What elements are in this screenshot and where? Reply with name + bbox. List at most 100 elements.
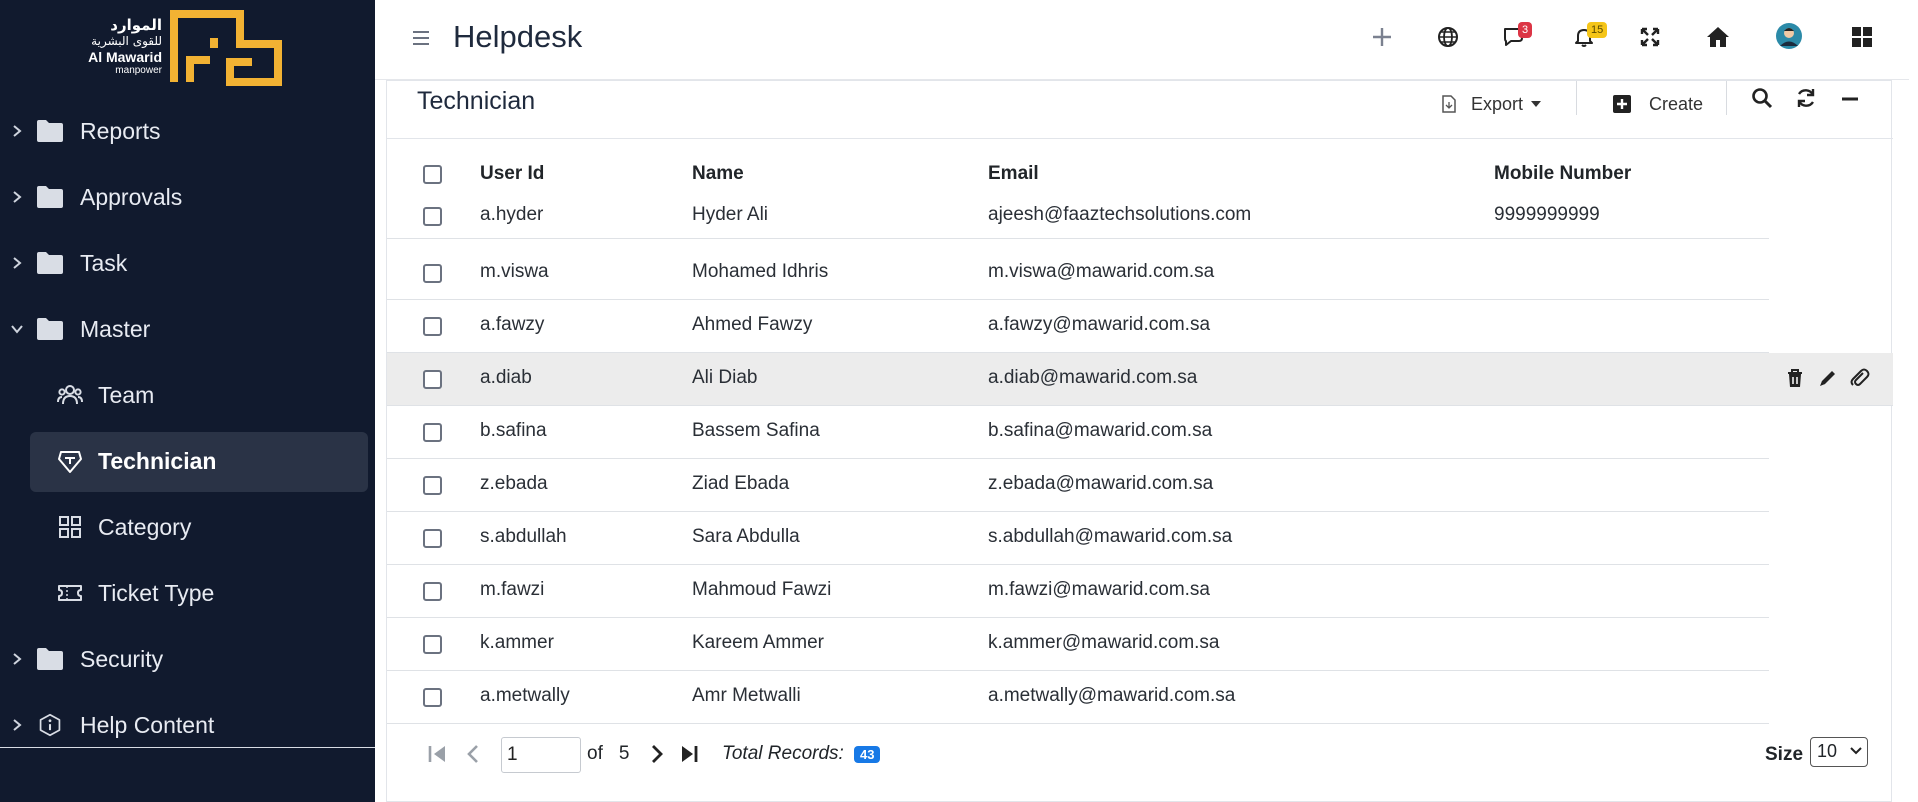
create-label: Create	[1649, 93, 1704, 114]
table-row[interactable]: a.hyder Hyder Ali ajeesh@faaztechsolutions…	[387, 190, 1769, 239]
cell-user-id: m.fawzi	[480, 579, 545, 600]
home-icon[interactable]	[1705, 24, 1731, 50]
logo-english-name: Al Mawarid	[88, 49, 162, 65]
card-header: Technician Export Create	[387, 81, 1893, 139]
table-row[interactable]: b.safina Bassem Safina b.safina@mawarid.co…	[387, 406, 1769, 459]
total-pages: 5	[618, 743, 630, 764]
previous-page-icon[interactable]	[463, 743, 485, 765]
table-row[interactable]: s.abdullah Sara Abdulla s.abdullah@mawarid…	[387, 512, 1769, 565]
edit-icon[interactable]	[1817, 367, 1839, 389]
sidebar-item-task[interactable]: Task	[0, 230, 375, 296]
export-label: Export	[1471, 93, 1524, 114]
caret-down-icon	[1531, 101, 1542, 107]
minimize-icon[interactable]	[1839, 89, 1861, 111]
cell-name: Amr Metwalli	[692, 685, 801, 706]
cell-name: Bassem Safina	[692, 420, 820, 441]
page-size-label: Size	[1765, 744, 1804, 765]
cell-email: b.safina@mawarid.com.sa	[988, 420, 1213, 441]
sidebar-item-label: Task	[80, 249, 128, 276]
next-page-icon[interactable]	[645, 743, 667, 765]
sidebar-item-team[interactable]: Team	[0, 362, 375, 428]
apps-grid-icon[interactable]	[1849, 24, 1875, 50]
technician-card: Technician Export Create User Id Name Em…	[386, 80, 1893, 802]
row-checkbox[interactable]	[423, 582, 442, 601]
table-row[interactable]: m.viswa Mohamed Idhris m.viswa@mawarid.com…	[387, 247, 1769, 300]
row-checkbox[interactable]	[423, 423, 442, 442]
plus-icon[interactable]	[1369, 24, 1395, 50]
row-checkbox[interactable]	[423, 264, 442, 283]
sidebar-item-help-content[interactable]: Help Content	[0, 692, 375, 758]
table-row[interactable]: k.ammer Kareem Ammer k.ammer@mawarid.com.s…	[387, 618, 1769, 671]
brand-logo[interactable]: الموارد للقوى البشرية Al Mawarid manpowe…	[70, 10, 290, 90]
ticket-icon	[58, 585, 82, 601]
card-title: Technician	[417, 87, 536, 115]
column-header-name[interactable]: Name	[692, 163, 744, 185]
table-row[interactable]: a.diab Ali Diab a.diab@mawarid.com.sa	[387, 353, 1893, 406]
export-button[interactable]: Export	[1441, 89, 1542, 119]
cell-user-id: a.hyder	[480, 204, 544, 225]
of-text: of	[587, 743, 603, 764]
cell-user-id: m.viswa	[480, 261, 549, 282]
sidebar-item-reports[interactable]: Reports	[0, 98, 375, 164]
cell-name: Ali Diab	[692, 367, 758, 388]
cell-name: Ahmed Fawzy	[692, 314, 813, 335]
sidebar-item-master[interactable]: Master	[0, 296, 375, 362]
plus-square-icon	[1613, 95, 1631, 113]
chevron-down-icon	[11, 325, 23, 334]
messages-count-badge: 3	[1518, 22, 1533, 38]
sidebar-item-label: Category	[98, 513, 192, 540]
select-all-checkbox[interactable]	[423, 165, 442, 184]
sidebar-item-label: Help Content	[80, 711, 215, 738]
delete-icon[interactable]	[1784, 367, 1806, 389]
refresh-icon[interactable]	[1795, 87, 1817, 109]
table-row[interactable]: a.metwally Amr Metwalli a.metwally@mawarid…	[387, 671, 1769, 724]
table-row[interactable]: z.ebada Ziad Ebada z.ebada@mawarid.com.sa	[387, 459, 1769, 512]
cell-name: Ziad Ebada	[692, 473, 790, 494]
page-number-input[interactable]	[501, 737, 581, 773]
notifications-button[interactable]: 15	[1573, 22, 1613, 52]
page-scrollbar[interactable]	[1909, 0, 1918, 802]
first-page-icon[interactable]	[427, 743, 449, 765]
attachment-icon[interactable]	[1848, 367, 1870, 389]
chevron-right-icon	[13, 653, 22, 665]
column-header-mobile[interactable]: Mobile Number	[1494, 163, 1631, 185]
sidebar-item-technician[interactable]: Technician	[0, 428, 375, 494]
cell-email: m.viswa@mawarid.com.sa	[988, 261, 1215, 282]
row-checkbox[interactable]	[423, 370, 442, 389]
row-checkbox[interactable]	[423, 476, 442, 495]
cell-user-id: b.safina	[480, 420, 547, 441]
messages-button[interactable]: 3	[1502, 22, 1542, 52]
chevron-right-icon	[13, 125, 22, 137]
sidebar-item-approvals[interactable]: Approvals	[0, 164, 375, 230]
column-header-user-id[interactable]: User Id	[480, 163, 544, 185]
cell-email: s.abdullah@mawarid.com.sa	[988, 526, 1233, 547]
row-checkbox[interactable]	[423, 635, 442, 654]
create-button[interactable]: Create	[1613, 89, 1703, 119]
folder-icon	[37, 252, 63, 274]
top-navbar: Helpdesk 3 15	[375, 0, 1918, 80]
page-size-select[interactable]: 10	[1810, 737, 1868, 767]
sidebar-item-ticket-type[interactable]: Ticket Type	[0, 560, 375, 626]
pagination: of 5 Total Records: 43 Size 10	[387, 721, 1893, 787]
globe-icon[interactable]	[1435, 24, 1461, 50]
row-checkbox[interactable]	[423, 317, 442, 336]
row-checkbox[interactable]	[423, 529, 442, 548]
table-row[interactable]: a.fawzy Ahmed Fawzy a.fawzy@mawarid.com.sa	[387, 300, 1769, 353]
sidebar-item-category[interactable]: Category	[0, 494, 375, 560]
file-export-icon	[1442, 95, 1456, 113]
table-row[interactable]: m.fawzi Mahmoud Fawzi m.fawzi@mawarid.com.…	[387, 565, 1769, 618]
sidebar-item-label: Ticket Type	[98, 579, 215, 606]
last-page-icon[interactable]	[678, 743, 700, 765]
fullscreen-icon[interactable]	[1637, 24, 1663, 50]
sidebar-item-security[interactable]: Security	[0, 626, 375, 692]
technician-icon	[58, 451, 82, 473]
logo-text: الموارد للقوى البشرية Al Mawarid manpowe…	[70, 16, 162, 76]
column-header-email[interactable]: Email	[988, 163, 1039, 185]
hamburger-menu-icon[interactable]	[411, 28, 431, 48]
logo-arabic-name: الموارد	[110, 16, 162, 34]
row-checkbox[interactable]	[423, 207, 442, 226]
row-checkbox[interactable]	[423, 688, 442, 707]
user-avatar[interactable]	[1775, 22, 1803, 50]
search-icon[interactable]	[1751, 87, 1773, 109]
cell-name: Mahmoud Fawzi	[692, 579, 832, 600]
